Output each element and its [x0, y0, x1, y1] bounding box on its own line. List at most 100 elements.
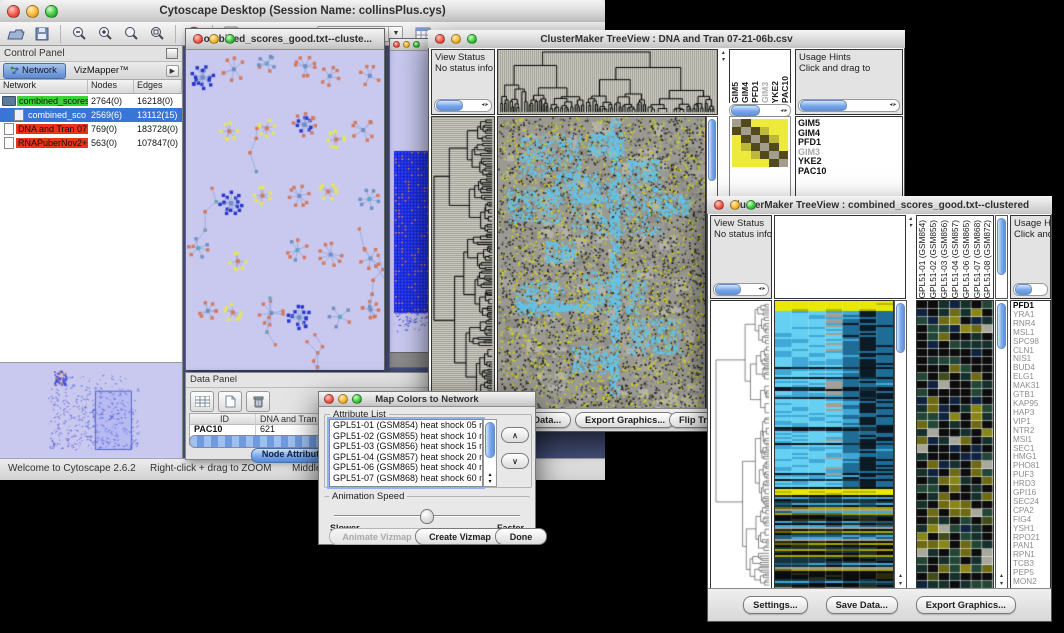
create-attribute-button[interactable] — [218, 391, 242, 412]
column-label[interactable]: PAC10 — [780, 76, 790, 103]
move-up-button[interactable]: ∧ — [501, 427, 529, 443]
network-window-titlebar[interactable]: combined_scores_good.txt--cluste... — [186, 29, 384, 50]
open-session-button[interactable] — [4, 24, 28, 44]
minimize-button[interactable] — [451, 34, 461, 44]
usage-hints-panel: Usage Hints Click and drag to — [795, 49, 903, 115]
maximize-button[interactable] — [45, 5, 58, 18]
minimize-button[interactable] — [403, 41, 410, 48]
settings-button[interactable]: Settings... — [743, 596, 807, 614]
zoom-fit-button[interactable] — [119, 24, 143, 44]
attribute-select-button[interactable] — [190, 391, 214, 412]
column-label[interactable]: GIM3 — [760, 82, 770, 103]
treeview2-titlebar[interactable]: ClusterMaker TreeView : combined_scores_… — [707, 196, 1052, 215]
animation-speed-group: Animation Speed Slower Faster — [324, 496, 530, 531]
network-row-dna-tran[interactable]: DNA and Tran 07 769(0) 183728(0) — [0, 122, 182, 136]
attribute-item[interactable]: GPL51-03 (GSM856) heat shock 15 min — [330, 441, 482, 452]
condition-label[interactable]: GPL51-06 (GSM865) — [961, 220, 971, 298]
usage-hints-scrollbar[interactable] — [798, 99, 900, 112]
usage-hints-scrollbar[interactable] — [1013, 283, 1048, 296]
minimize-button[interactable] — [26, 5, 39, 18]
main-titlebar[interactable]: Cytoscape Desktop (Session Name: collins… — [0, 0, 605, 23]
network-canvas[interactable] — [186, 50, 384, 370]
maximize-button[interactable] — [352, 394, 362, 404]
attribute-item[interactable]: GPL51-06 (GSM865) heat shock 40 min — [330, 462, 482, 473]
speed-slider-thumb[interactable] — [420, 509, 434, 524]
column-label[interactable]: GIM5 — [730, 82, 740, 103]
attribute-item[interactable]: GPL51-02 (GSM855) heat shock 10 min — [330, 431, 482, 442]
zoom-in-button[interactable] — [93, 24, 117, 44]
condition-label[interactable]: GPL51-01 (GSM854) — [917, 220, 927, 298]
dense-network-canvas[interactable] — [390, 51, 433, 354]
attribute-list-scrollbar[interactable] — [483, 419, 497, 487]
close-button[interactable] — [435, 34, 445, 44]
delete-attribute-button[interactable] — [246, 391, 270, 412]
row-dendrogram[interactable] — [710, 300, 772, 590]
column-label[interactable]: YKE2 — [770, 81, 780, 103]
gene-label[interactable]: MON2 — [1011, 578, 1050, 587]
close-button[interactable] — [393, 41, 400, 48]
dialog-titlebar[interactable]: Map Colors to Network — [319, 392, 535, 407]
condition-label[interactable]: GPL51-08 (GSM872) — [982, 220, 992, 298]
save-session-button[interactable] — [30, 24, 54, 44]
view-status-scrollbar[interactable] — [713, 283, 769, 296]
attribute-item[interactable]: GPL51-07 (GSM868) heat shock 60 min — [330, 473, 482, 484]
minimize-button[interactable] — [209, 34, 219, 44]
move-down-button[interactable]: ∨ — [501, 453, 529, 469]
row-dendrogram[interactable] — [431, 116, 495, 410]
maximize-button[interactable] — [467, 34, 477, 44]
gene-label[interactable]: PAC10 — [796, 167, 902, 177]
tab-vizmapper[interactable]: VizMapper™ — [68, 64, 137, 78]
view-status-scrollbar[interactable] — [434, 99, 492, 112]
condition-scrollbar[interactable] — [995, 215, 1008, 299]
column-label[interactable]: GIM4 — [740, 82, 750, 103]
global-heatmap[interactable] — [774, 300, 894, 590]
column-dendrogram[interactable] — [497, 49, 718, 115]
column-label[interactable]: PFD1 — [750, 81, 760, 103]
network-row-selected[interactable]: combined_sco 2569(6) 13112(15) — [0, 108, 182, 122]
condition-label[interactable]: GPL51-02 (GSM855) — [928, 220, 938, 298]
condition-label[interactable]: GPL51-07 (GSM868) — [972, 220, 982, 298]
tab-overflow-arrow[interactable]: ▶ — [166, 65, 179, 77]
window-controls — [0, 5, 58, 18]
save-data-button[interactable]: Save Data... — [826, 596, 898, 614]
column-scroll-arrows[interactable] — [906, 215, 915, 299]
zoom-out-button[interactable] — [67, 24, 91, 44]
close-button[interactable] — [714, 200, 724, 210]
create-vizmap-button[interactable]: Create Vizmap — [415, 528, 505, 545]
zoom-heatmap[interactable] — [916, 300, 994, 590]
close-button[interactable] — [193, 34, 203, 44]
attribute-item[interactable]: GPL51-04 (GSM857) heat shock 20 min — [330, 452, 482, 463]
export-graphics-button[interactable]: Export Graphics... — [916, 596, 1016, 614]
matrix-cell — [741, 159, 750, 167]
matrix-cell — [760, 119, 769, 127]
network-row-combined-scores[interactable]: combined_scores 2764(0) 16218(0) — [0, 94, 182, 108]
maximize-button[interactable] — [225, 34, 235, 44]
zoom-v-scrollbar[interactable] — [995, 300, 1008, 590]
treeview1-title: ClusterMaker TreeView : DNA and Tran 07-… — [428, 34, 905, 45]
heatmap-v-scrollbar[interactable] — [894, 300, 907, 590]
animate-vizmap-button[interactable]: Animate Vizmap — [329, 528, 425, 545]
column-scroll-arrows[interactable] — [719, 49, 727, 115]
birds-eye-view[interactable] — [0, 362, 182, 459]
condition-label[interactable]: GPL51-03 (GSM856) — [939, 220, 949, 298]
maximize-button[interactable] — [413, 41, 420, 48]
export-graphics-button[interactable]: Export Graphics... — [575, 412, 675, 428]
condition-label[interactable]: GPL51-04 (GSM857) — [950, 220, 960, 298]
zoom-selected-button[interactable] — [145, 24, 169, 44]
treeview1-titlebar[interactable]: ClusterMaker TreeView : DNA and Tran 07-… — [428, 30, 905, 49]
dense-window-titlebar[interactable] — [390, 39, 433, 51]
done-button[interactable]: Done — [495, 528, 547, 545]
close-button[interactable] — [7, 5, 20, 18]
maximize-button[interactable] — [746, 200, 756, 210]
attribute-item[interactable]: GPL51-01 (GSM854) heat shock 05 min — [330, 420, 482, 431]
column-dendrogram[interactable] — [774, 215, 906, 299]
attribute-list: GPL51-01 (GSM854) heat shock 05 minGPL51… — [329, 419, 483, 487]
global-heatmap[interactable] — [497, 116, 706, 410]
similarity-matrix[interactable] — [732, 119, 788, 167]
close-button[interactable] — [324, 394, 334, 404]
minimize-button[interactable] — [338, 394, 348, 404]
float-panel-icon[interactable] — [166, 48, 178, 59]
network-row-rnapuber[interactable]: RNAPuberNov2+ 563(0) 107847(0) — [0, 136, 182, 150]
minimize-button[interactable] — [730, 200, 740, 210]
tab-network[interactable]: Network — [3, 63, 66, 79]
